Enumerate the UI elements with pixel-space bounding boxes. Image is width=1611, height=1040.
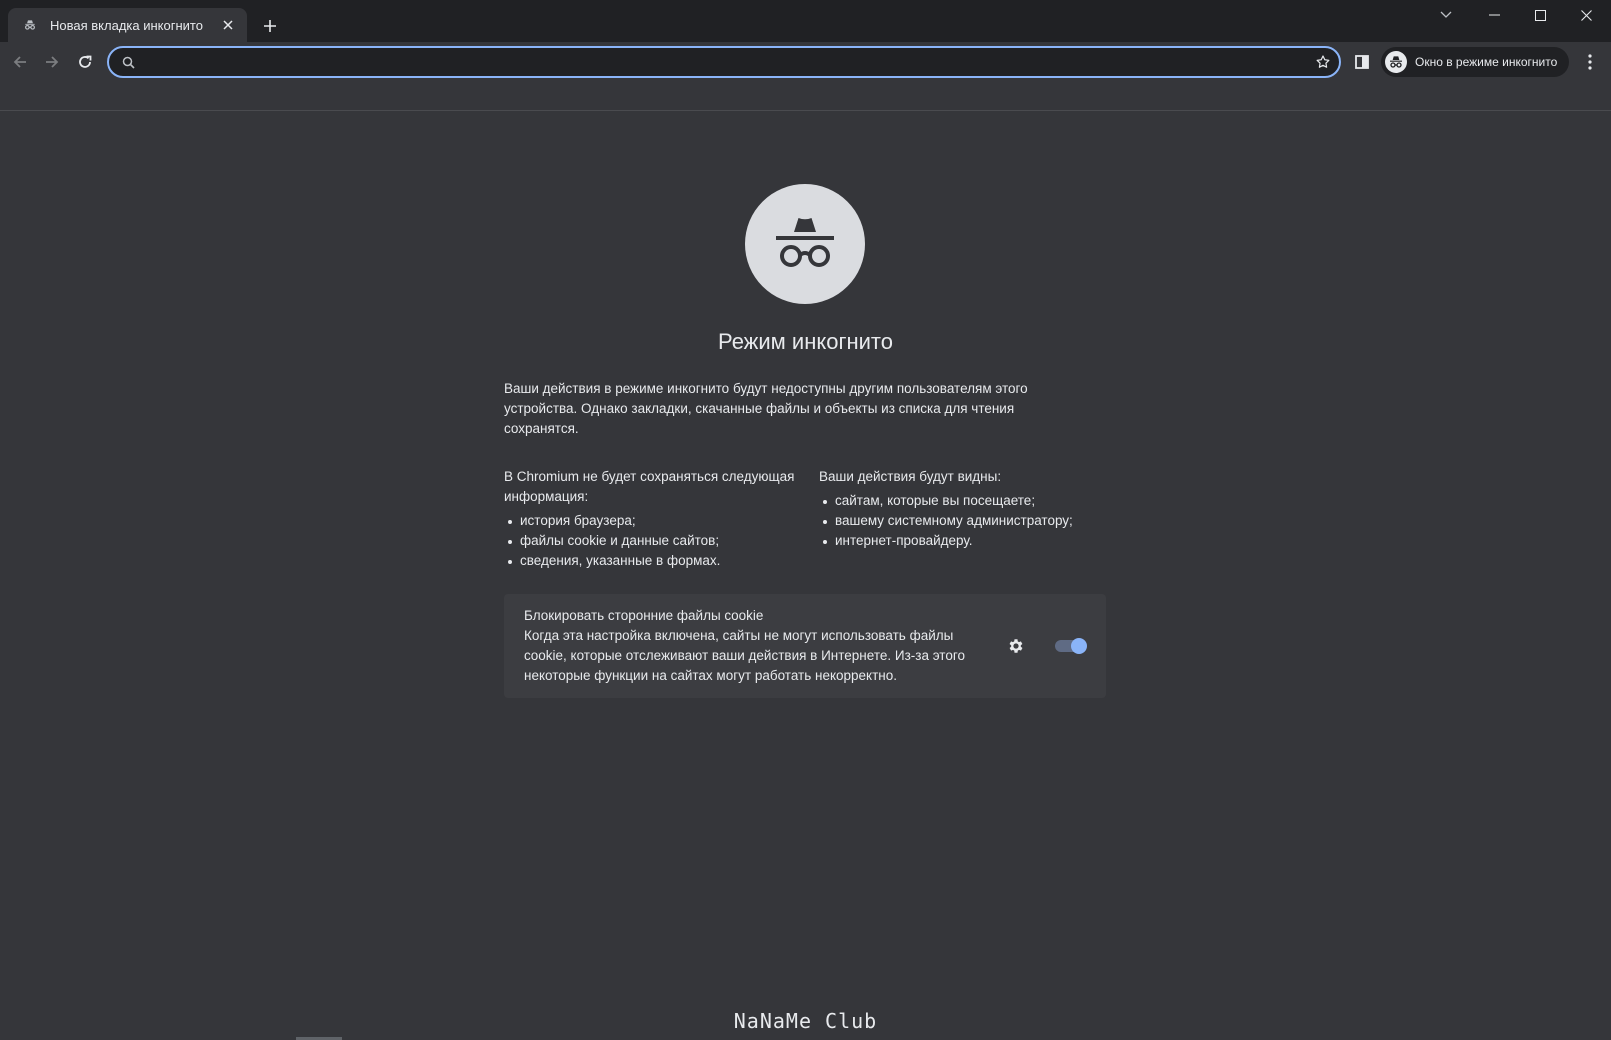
tab-title: Новая вкладка инкогнито [50, 17, 203, 33]
list-item: сайтам, которые вы посещаете; [819, 491, 1119, 511]
page-title: Режим инкогнито [717, 329, 893, 354]
list-item: файлы cookie и данные сайтов; [504, 531, 804, 551]
not-saved-list: история браузера; файлы cookie и данные … [504, 511, 804, 571]
visible-to-list: сайтам, которые вы посещаете; вашему сис… [819, 491, 1119, 551]
not-saved-heading: В Chromium не будет сохраняться следующа… [504, 469, 795, 504]
visible-to-heading: Ваши действия будут видны: [819, 469, 1002, 484]
incognito-avatar-icon [1385, 51, 1407, 73]
toggle-knob [1071, 638, 1087, 654]
side-panel-button[interactable] [1348, 48, 1376, 76]
forward-button[interactable] [38, 48, 66, 76]
incognito-page: Режим инкогнито Ваши действия в режиме и… [0, 111, 1611, 1040]
more-menu-icon[interactable] [1576, 48, 1604, 76]
toolbar: Окно в режиме инкогнито [0, 42, 1611, 82]
list-item: история браузера; [504, 511, 804, 531]
cookie-title: Блокировать сторонние файлы cookie [524, 608, 764, 623]
close-icon[interactable] [219, 16, 237, 34]
incognito-chip-label: Окно в режиме инкогнито [1415, 55, 1558, 69]
minimize-button[interactable] [1471, 0, 1517, 30]
list-item: сведения, указанные в формах. [504, 551, 804, 571]
intro-text: Ваши действия в режиме инкогнито будут н… [504, 381, 1028, 436]
list-item: интернет-провайдеру. [819, 531, 1119, 551]
reload-button[interactable] [71, 48, 99, 76]
incognito-icon [22, 17, 38, 33]
search-icon [111, 56, 145, 69]
toolbar-divider [0, 82, 1611, 111]
tab-incognito[interactable]: Новая вкладка инкогнито [8, 8, 247, 42]
maximize-button[interactable] [1517, 0, 1563, 30]
cookie-description: Когда эта настройка включена, сайты не м… [524, 628, 965, 683]
cookie-controls-card: Блокировать сторонние файлы cookie Когда… [504, 594, 1106, 698]
back-button[interactable] [6, 48, 34, 76]
gear-icon[interactable] [1004, 634, 1028, 658]
address-input[interactable] [145, 49, 1307, 75]
cookie-text: Блокировать сторонние файлы cookie Когда… [524, 606, 994, 686]
omnibox[interactable] [107, 46, 1341, 78]
bookmark-star-icon[interactable] [1307, 54, 1339, 70]
visible-to-section: Ваши действия будут видны: сайтам, котор… [819, 467, 1119, 551]
list-item: вашему системному администратору; [819, 511, 1119, 531]
tab-strip: Новая вкладка инкогнито [0, 0, 1611, 42]
block-cookies-toggle[interactable] [1053, 637, 1087, 655]
incognito-profile-button[interactable]: Окно в режиме инкогнито [1381, 47, 1569, 77]
close-window-button[interactable] [1563, 0, 1609, 30]
tab-search-button[interactable] [1423, 0, 1469, 30]
watermark-text: NaNaMe Club [733, 1009, 878, 1033]
incognito-hero-icon [745, 184, 865, 304]
not-saved-section: В Chromium не будет сохраняться следующа… [504, 467, 804, 571]
new-tab-button[interactable] [258, 14, 282, 38]
